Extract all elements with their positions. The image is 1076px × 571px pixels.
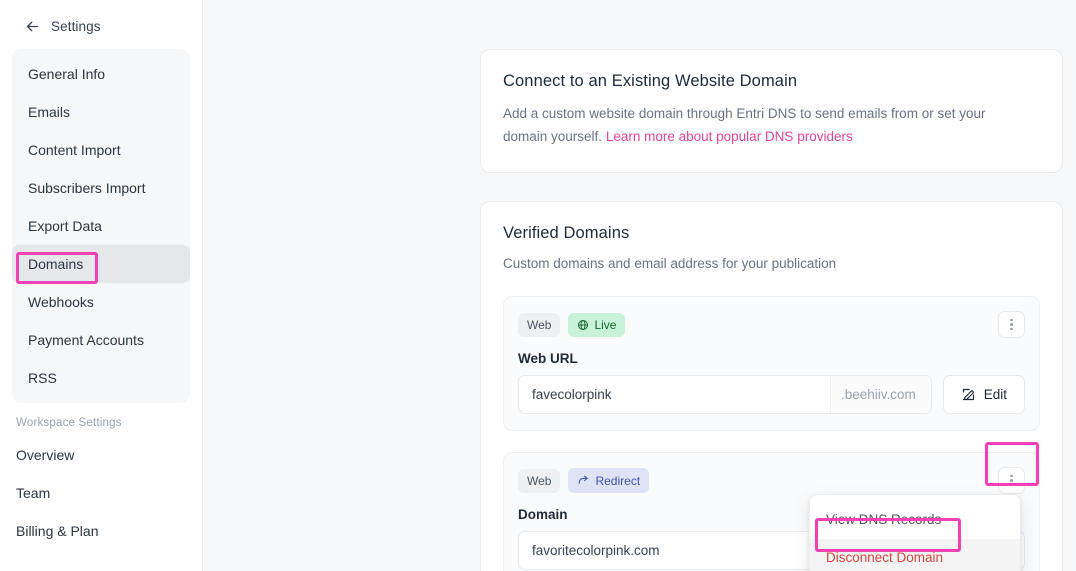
edit-web-url-button[interactable]: Edit bbox=[942, 375, 1025, 414]
vertical-dots-icon bbox=[1010, 318, 1013, 331]
web-url-label: Web URL bbox=[518, 351, 578, 366]
badge-redirect: Redirect bbox=[568, 468, 650, 493]
web-url-input[interactable] bbox=[519, 376, 830, 413]
sidebar-item-emails[interactable]: Emails bbox=[12, 93, 190, 131]
menu-item-disconnect-domain[interactable]: Disconnect Domain bbox=[810, 539, 1020, 571]
domain-item-live: Web Live Web URL favecolorpink .beehiiv.… bbox=[503, 296, 1040, 431]
domain-badges-row: Web Redirect bbox=[518, 467, 1025, 494]
content-column: Connect to an Existing Website Domain Ad… bbox=[480, 49, 1063, 571]
sidebar-item-overview[interactable]: Overview bbox=[12, 436, 190, 474]
vertical-dots-icon bbox=[1010, 474, 1013, 487]
badge-redirect-label: Redirect bbox=[595, 473, 641, 488]
domain-badges-row: Web Live bbox=[518, 311, 1025, 338]
sidebar-item-domains[interactable]: Domains bbox=[12, 245, 190, 283]
back-to-settings-button[interactable]: Settings bbox=[12, 0, 190, 49]
publication-settings-nav: General Info Emails Content Import Subsc… bbox=[12, 49, 190, 403]
badge-web: Web bbox=[518, 312, 561, 337]
settings-page: Settings General Info Emails Content Imp… bbox=[0, 0, 1076, 571]
web-url-suffix: .beehiiv.com bbox=[829, 376, 931, 413]
connect-card-title: Connect to an Existing Website Domain bbox=[503, 72, 798, 90]
sidebar-item-payment-accounts[interactable]: Payment Accounts bbox=[12, 321, 190, 359]
sidebar: Settings General Info Emails Content Imp… bbox=[0, 0, 203, 571]
main-content: Connect to an Existing Website Domain Ad… bbox=[203, 0, 1076, 571]
workspace-settings-group-label: Workspace Settings bbox=[16, 417, 122, 429]
sidebar-item-export-data[interactable]: Export Data bbox=[12, 207, 190, 245]
sidebar-item-webhooks[interactable]: Webhooks bbox=[12, 283, 190, 321]
dns-providers-link[interactable]: Learn more about popular DNS providers bbox=[606, 129, 853, 144]
connect-existing-domain-card: Connect to an Existing Website Domain Ad… bbox=[480, 49, 1063, 173]
globe-icon bbox=[578, 319, 589, 330]
web-url-row: .beehiiv.com Edit bbox=[518, 375, 1025, 414]
domain-item-redirect: Web Redirect Domain favoritecolorpink.co… bbox=[503, 452, 1040, 571]
connect-card-description: Add a custom website domain through Entr… bbox=[503, 102, 1013, 148]
sidebar-header-title: Settings bbox=[51, 19, 101, 34]
sidebar-item-general-info[interactable]: General Info bbox=[12, 55, 190, 93]
badge-live: Live bbox=[568, 312, 626, 337]
workspace-settings-nav: Overview Team Billing & Plan bbox=[12, 436, 190, 550]
redirect-arrow-icon bbox=[579, 475, 589, 484]
sidebar-item-billing-and-plan[interactable]: Billing & Plan bbox=[12, 512, 190, 550]
verified-domains-card: Verified Domains Custom domains and emai… bbox=[480, 201, 1063, 571]
sidebar-item-subscribers-import[interactable]: Subscribers Import bbox=[12, 169, 190, 207]
badge-web: Web bbox=[518, 468, 561, 493]
menu-item-view-dns-records[interactable]: View DNS Records bbox=[810, 501, 1020, 539]
verified-domains-description: Custom domains and email address for you… bbox=[503, 256, 837, 271]
web-url-input-wrapper: .beehiiv.com bbox=[518, 375, 932, 414]
pencil-square-icon bbox=[962, 388, 974, 401]
verified-domains-title: Verified Domains bbox=[503, 224, 630, 242]
edit-button-label: Edit bbox=[983, 387, 1007, 402]
domain-options-button-live[interactable] bbox=[998, 311, 1025, 338]
sidebar-item-team[interactable]: Team bbox=[12, 474, 190, 512]
sidebar-item-content-import[interactable]: Content Import bbox=[12, 131, 190, 169]
domain-options-dropdown: View DNS Records Disconnect Domain bbox=[809, 494, 1021, 571]
domain-options-button-redirect[interactable] bbox=[998, 467, 1025, 494]
back-arrow-icon bbox=[26, 21, 39, 32]
sidebar-item-rss[interactable]: RSS bbox=[12, 359, 190, 397]
badge-live-label: Live bbox=[594, 317, 617, 332]
